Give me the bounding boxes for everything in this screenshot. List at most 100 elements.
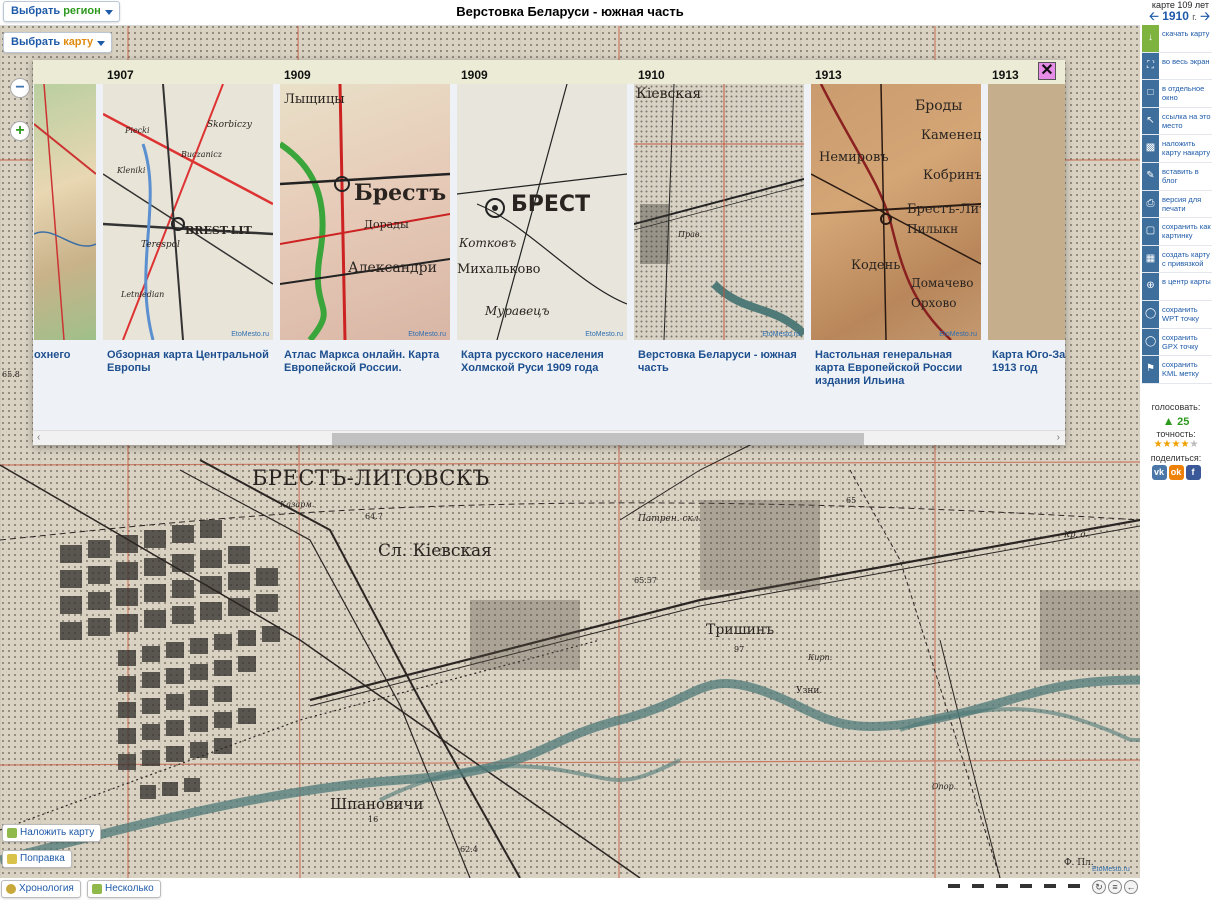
map-label-num5: 97 (734, 645, 745, 654)
tool-label: сохранить как картинку (1162, 222, 1211, 241)
zoom-out-button[interactable]: − (10, 78, 30, 98)
timeline-card[interactable]: 1907 BREST-LIT Skorbiczy Terespol Letnie… (103, 60, 273, 405)
map-year-box: карте 109 лет 🡠 1910 г. 🡢 (1140, 0, 1212, 25)
thumb-label: Кодень (851, 258, 901, 273)
thumb-label: БРЕСТ (511, 192, 591, 217)
card-thumbnail[interactable]: Броды Немировъ Каменецъ Кобринъ Брестъ-Л… (811, 84, 981, 340)
card-thumbnail[interactable]: BREST-LIT Skorbiczy Terespol Letniedian … (103, 84, 273, 340)
thumbs-up-icon[interactable]: ▲ (1163, 414, 1175, 428)
thumb-label: Прав. (678, 230, 703, 239)
tool-item[interactable]: ✎ вставить в блог (1142, 162, 1212, 191)
card-thumbnail[interactable] (34, 84, 96, 340)
scroll-left-icon[interactable]: ‹ (37, 432, 40, 443)
back-icon[interactable]: ← (1124, 880, 1138, 894)
tool-item[interactable]: □ в отдельное окно (1142, 80, 1212, 108)
card-year: 1909 (461, 68, 488, 82)
card-thumbnail[interactable]: Кiевская Прав. EtoMesto.ru (634, 84, 804, 340)
tool-item[interactable]: ⊕ в центр карты (1142, 273, 1212, 301)
tool-label: версия для печати (1162, 194, 1202, 213)
tool-label: вставить в блог (1162, 166, 1199, 185)
map-label-num9: Узни. (796, 686, 823, 696)
select-region-button[interactable]: Выбрать регион (3, 1, 120, 22)
tool-item[interactable]: ◯ сохранить WPT точку (1142, 300, 1212, 329)
accuracy-stars[interactable]: ★★★★★ (1140, 439, 1212, 450)
card-thumbnail[interactable]: Брестъ Лыщицы Александри Дорады EtoMesto… (280, 84, 450, 340)
tool-item[interactable]: ⚑ сохранить KML метку (1142, 356, 1212, 384)
vk-icon[interactable]: vk (1151, 465, 1167, 480)
horizontal-scrollbar[interactable]: ‹ › (33, 430, 1065, 445)
card-caption[interactable]: Обзорная карта Центральной Европы (107, 349, 271, 375)
layers-icon[interactable]: ≡ (1108, 880, 1122, 894)
thumb-label: Муравецъ (485, 304, 550, 318)
star-icon[interactable]: ★ (1163, 439, 1172, 450)
card-year: 1907 (107, 68, 134, 82)
scroll-right-icon[interactable]: › (1057, 432, 1060, 443)
tool-label: скачать карту (1162, 29, 1210, 38)
select-map-button[interactable]: Выбрать карту (3, 32, 113, 53)
timeline-card[interactable]: 1913 Карта Юго-За 1913 год (988, 60, 1065, 405)
card-caption[interactable]: Настольная генеральная карта Европейской… (815, 349, 979, 388)
chevron-down-icon (97, 41, 106, 46)
tool-item[interactable]: ↓ скачать карту (1142, 25, 1212, 53)
select-region-accent: регион (63, 5, 101, 17)
facebook-icon[interactable]: f (1185, 465, 1201, 480)
timeline-card[interactable]: 1913 Броды Немировъ Каменецъ Кобринъ Бре… (811, 60, 981, 405)
thumb-label: Piecki (125, 126, 150, 135)
map-watermark: EtoMesto.ru (1092, 866, 1130, 873)
top-bar: Верстовка Беларуси - южная часть (0, 0, 1140, 26)
card-caption[interactable]: Карта русского населения Холмской Руси 1… (461, 349, 625, 375)
thumb-label: Skorbiczy (207, 120, 252, 130)
thumb-label: Пилыкн (907, 222, 959, 236)
card-caption[interactable]: Верстовка Беларуси - южная часть (638, 349, 802, 375)
tool-item[interactable]: ▢ сохранить как картинку (1142, 218, 1212, 246)
tool-item[interactable]: ⎙ версия для печати (1142, 190, 1212, 219)
thumb-label: Terespol (141, 240, 180, 250)
thumb-label: Брестъ-Лит (907, 202, 981, 217)
correction-button[interactable]: Поправка (2, 850, 72, 868)
new-window-icon: □ (1147, 87, 1154, 99)
odnoklassniki-icon[interactable]: ok (1168, 465, 1184, 480)
tool-list: ↓ скачать карту ⛶ во весь экран □ в отдельное… (1142, 25, 1212, 384)
thumb-label: Котковъ (459, 236, 517, 250)
card-year: 1910 (638, 68, 665, 82)
tool-item[interactable]: ▩ наложить карту накарту (1142, 135, 1212, 163)
thumb-map-4 (634, 84, 804, 340)
tool-item[interactable]: ◯ сохранить GPX точку (1142, 328, 1212, 357)
map-label-trishin: Тришинъ (706, 622, 775, 638)
star-icon[interactable]: ★ (1154, 439, 1163, 450)
overlay-map-button[interactable]: Наложить карту (2, 824, 102, 842)
fullscreen-icon: ⛶ (1147, 59, 1154, 71)
arrow-right-icon[interactable]: 🡢 (1200, 9, 1210, 23)
thumb-label: Михальково (457, 262, 541, 277)
tool-item[interactable]: ⛶ во весь экран (1142, 52, 1212, 81)
card-caption[interactable]: Карта Юго-За 1913 год (992, 349, 1065, 375)
thumb-map-0 (34, 84, 96, 340)
year-unit: г. (1192, 12, 1197, 22)
correction-icon (7, 854, 17, 864)
timeline-card[interactable]: охнего (33, 60, 96, 405)
zoom-in-button[interactable]: + (10, 121, 30, 141)
scale-bar (948, 884, 1088, 888)
scroll-thumb[interactable] (332, 433, 864, 445)
card-caption[interactable]: Атлас Маркса онлайн. Карта Европейской Р… (284, 349, 448, 375)
thumb-label: Орхово (911, 296, 957, 310)
arrow-left-icon[interactable]: 🡠 (1149, 9, 1159, 23)
tool-item[interactable]: ▦ создать карту с привязкой (1142, 245, 1212, 274)
card-thumbnail[interactable] (988, 84, 1065, 340)
map-label-patr: Патрен. скл. (638, 514, 702, 524)
select-map-accent: карту (63, 36, 94, 48)
star-icon[interactable]: ★ (1189, 439, 1198, 450)
card-year: 1909 (284, 68, 311, 82)
card-thumbnail[interactable]: БРЕСТ Котковъ Михальково Муравецъ EtoMes… (457, 84, 627, 340)
chronology-button[interactable]: Хронология (1, 880, 81, 898)
right-panel: карте 109 лет 🡠 1910 г. 🡢 ↓ скачать карту… (1140, 0, 1212, 900)
timeline-card[interactable]: 1909 Брестъ Лыщицы Александри Дорады Eto… (280, 60, 450, 405)
several-button[interactable]: Несколько (87, 880, 161, 898)
timeline-card[interactable]: 1909 БРЕСТ Котковъ Михальково Муравецъ E… (457, 60, 627, 405)
timeline-card[interactable]: 1910 Кiевская Прав. EtoMesto.ru Верстовк… (634, 60, 804, 405)
tool-label: создать карту с привязкой (1162, 249, 1210, 268)
save-image-icon: ▢ (1145, 225, 1156, 237)
refresh-icon[interactable]: ↻ (1092, 880, 1106, 894)
chronology-icon (6, 884, 16, 894)
tool-item[interactable]: ↖ ссылка на это место (1142, 107, 1212, 136)
